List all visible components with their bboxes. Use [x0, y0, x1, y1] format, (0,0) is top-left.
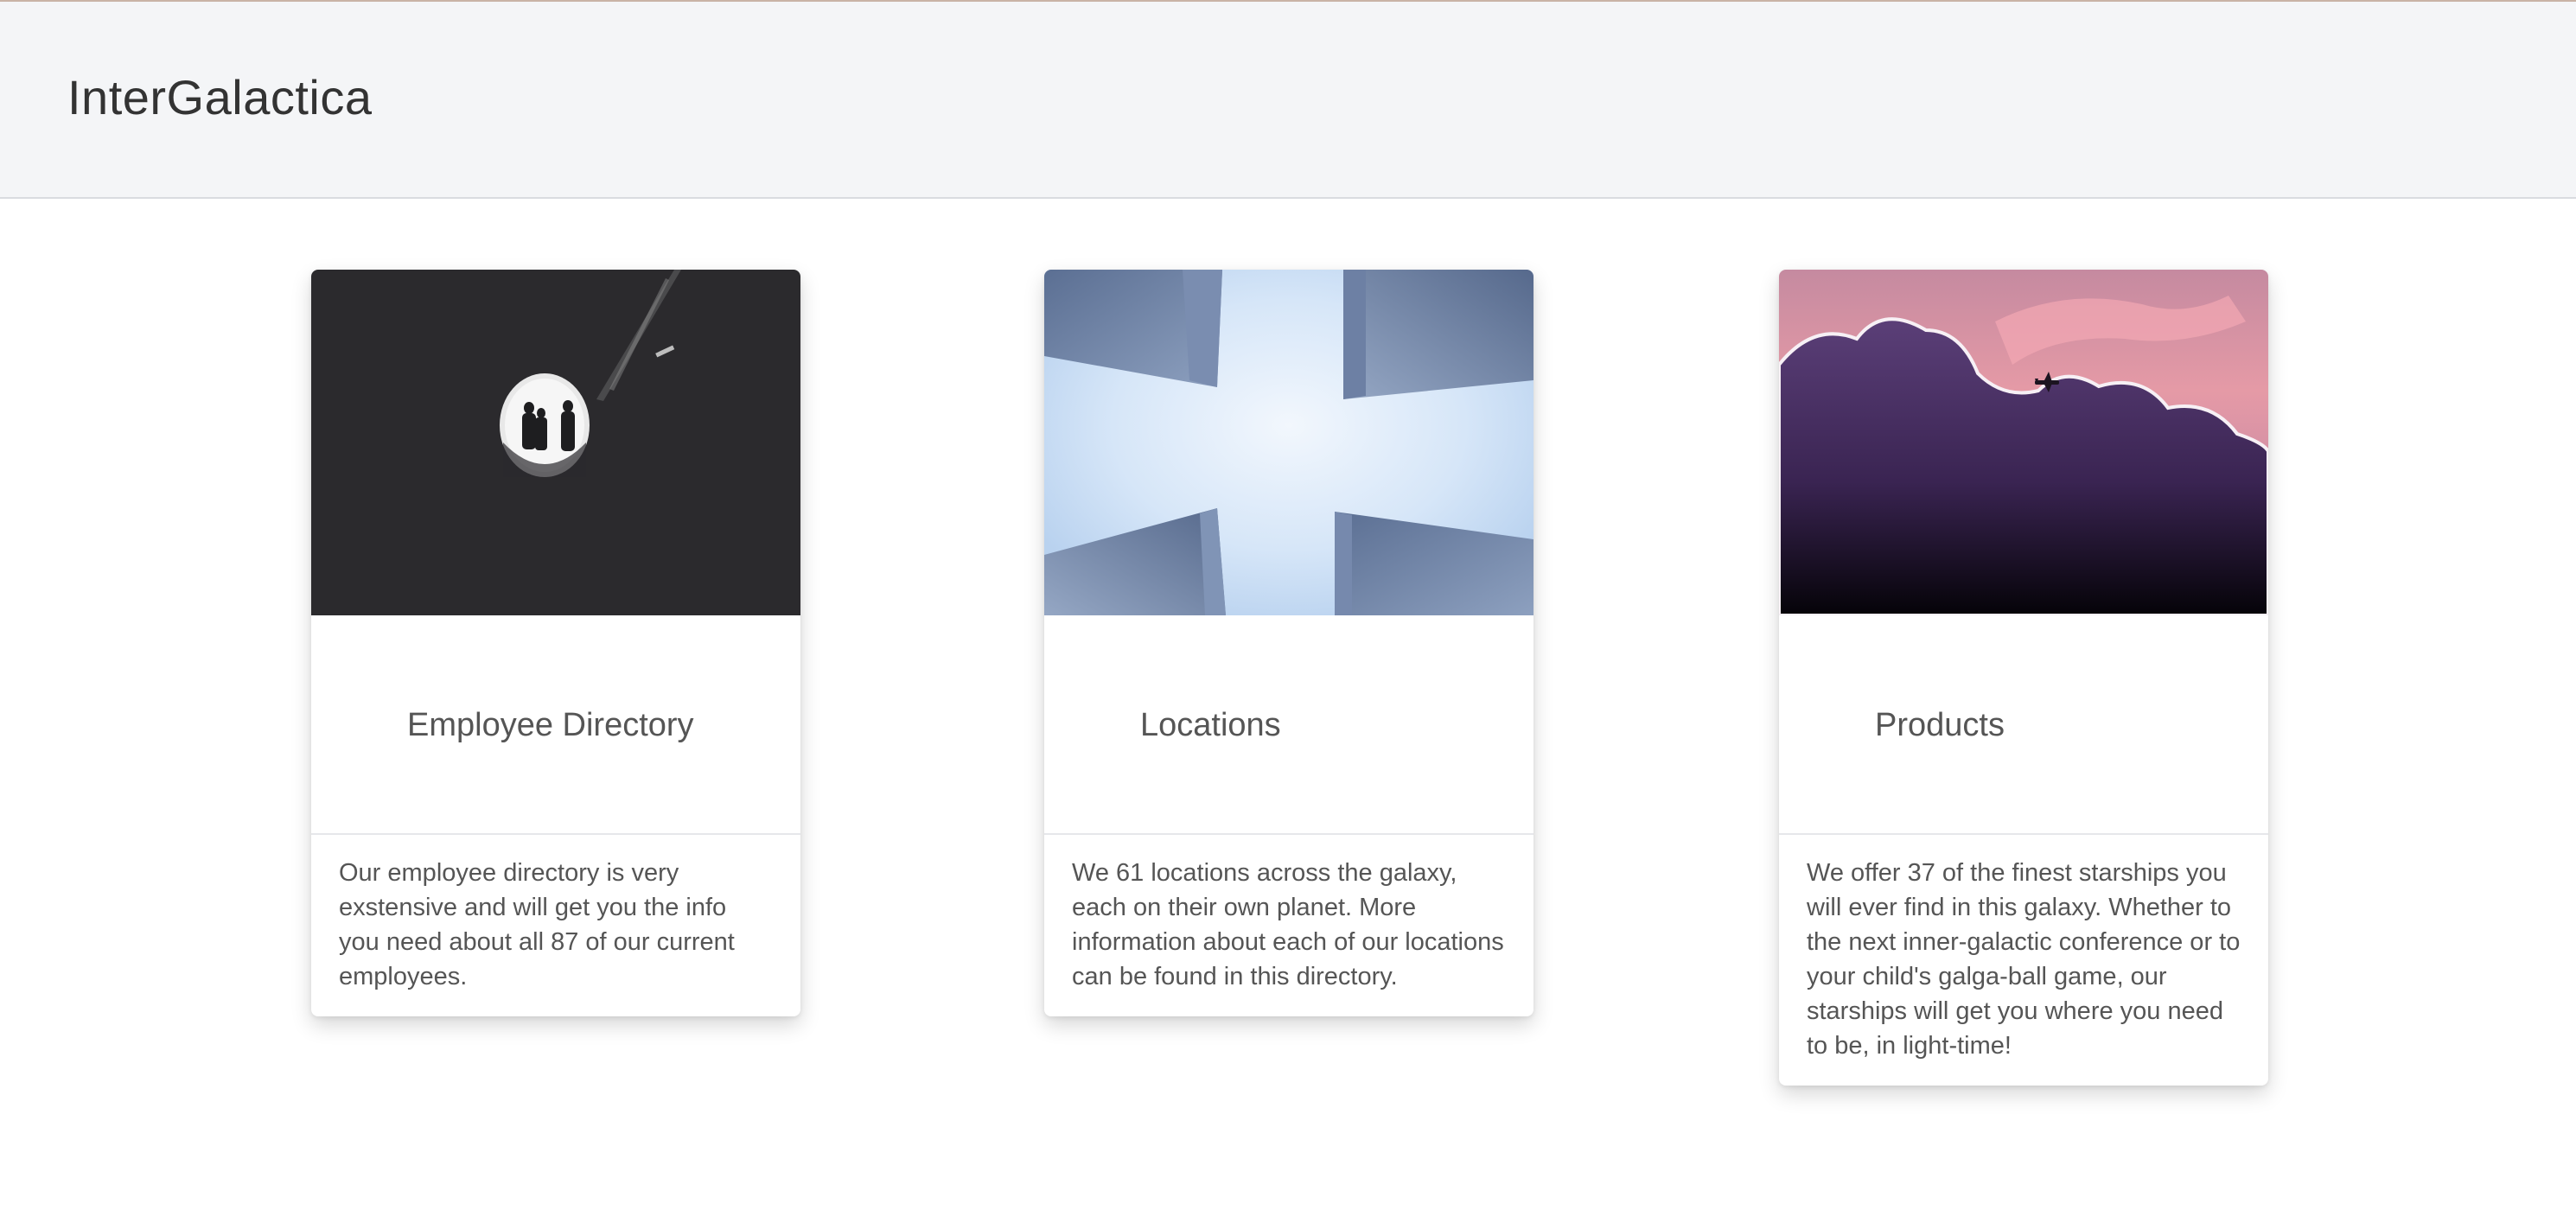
card-products[interactable]: Products We offer 37 of the finest stars… [1779, 270, 2268, 1086]
tunnel-silhouette-image [311, 270, 800, 615]
card-header: Locations [1044, 615, 1533, 835]
top-navbar: InterGalactica [0, 0, 2576, 199]
card-title[interactable]: Locations [1140, 707, 1281, 744]
card-employee-directory[interactable]: Employee Directory Our employee director… [311, 270, 800, 1016]
card-description: We 61 locations across the galaxy, each … [1044, 835, 1533, 1016]
buildings-sky-image [1044, 270, 1533, 615]
card-description: We offer 37 of the finest starships you … [1779, 835, 2268, 1086]
card-header: Employee Directory [311, 615, 800, 835]
card-description: Our employee directory is very exstensiv… [311, 835, 800, 1016]
card-header: Products [1779, 615, 2268, 835]
cloud-airplane-image [1779, 270, 2268, 615]
card-title[interactable]: Employee Directory [407, 707, 694, 744]
card-locations[interactable]: Locations We 61 locations across the gal… [1044, 270, 1533, 1016]
brand-title[interactable]: InterGalactica [67, 69, 373, 125]
card-title[interactable]: Products [1875, 707, 2005, 744]
